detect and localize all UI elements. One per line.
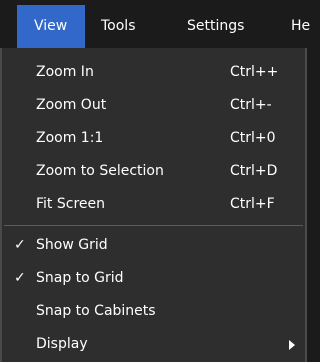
menu-item-label: Zoom Out xyxy=(36,97,107,113)
menu-item-snap-to-cabinets[interactable]: Snap to Cabinets xyxy=(2,295,305,328)
menu-help[interactable]: He xyxy=(291,5,320,48)
menu-item-shortcut: Ctrl+0 xyxy=(230,130,276,146)
menu-item-label: Snap to Cabinets xyxy=(36,303,156,319)
menu-settings[interactable]: Settings xyxy=(187,5,277,48)
menu-item-zoom-to-selection[interactable]: Zoom to Selection Ctrl+D xyxy=(2,155,305,188)
menu-item-label: Display xyxy=(36,336,88,352)
menu-item-shortcut: Ctrl++ xyxy=(230,64,279,80)
menu-item-shortcut: Ctrl+- xyxy=(230,97,272,113)
menu-tools[interactable]: Tools xyxy=(101,5,171,48)
menu-item-label: Fit Screen xyxy=(36,196,105,212)
menu-item-label: Zoom In xyxy=(36,64,94,80)
menu-separator xyxy=(4,225,303,226)
check-icon: ✓ xyxy=(14,270,26,286)
menu-item-zoom-1-1[interactable]: Zoom 1:1 Ctrl+0 xyxy=(2,122,305,155)
menu-item-display[interactable]: Display xyxy=(2,328,305,361)
chevron-right-icon xyxy=(289,340,295,350)
menu-item-label: Snap to Grid xyxy=(36,270,124,286)
check-icon: ✓ xyxy=(14,237,26,253)
app-window: View Tools Settings He Zoom In Ctrl++ Zo… xyxy=(0,0,310,362)
menu-item-label: Show Grid xyxy=(36,237,108,253)
menu-view[interactable]: View xyxy=(17,5,85,48)
menu-item-snap-to-grid[interactable]: ✓ Snap to Grid xyxy=(2,262,305,295)
menu-item-zoom-in[interactable]: Zoom In Ctrl++ xyxy=(2,56,305,89)
menu-item-zoom-out[interactable]: Zoom Out Ctrl+- xyxy=(2,89,305,122)
menu-item-label: Zoom to Selection xyxy=(36,163,164,179)
menu-item-shortcut: Ctrl+D xyxy=(230,163,278,179)
menu-item-fit-screen[interactable]: Fit Screen Ctrl+F xyxy=(2,188,305,221)
menu-item-shortcut: Ctrl+F xyxy=(230,196,275,212)
view-dropdown-menu: Zoom In Ctrl++ Zoom Out Ctrl+- Zoom 1:1 … xyxy=(0,48,307,362)
menubar: View Tools Settings He xyxy=(0,0,310,50)
menu-item-label: Zoom 1:1 xyxy=(36,130,104,146)
menu-item-show-grid[interactable]: ✓ Show Grid xyxy=(2,229,305,262)
